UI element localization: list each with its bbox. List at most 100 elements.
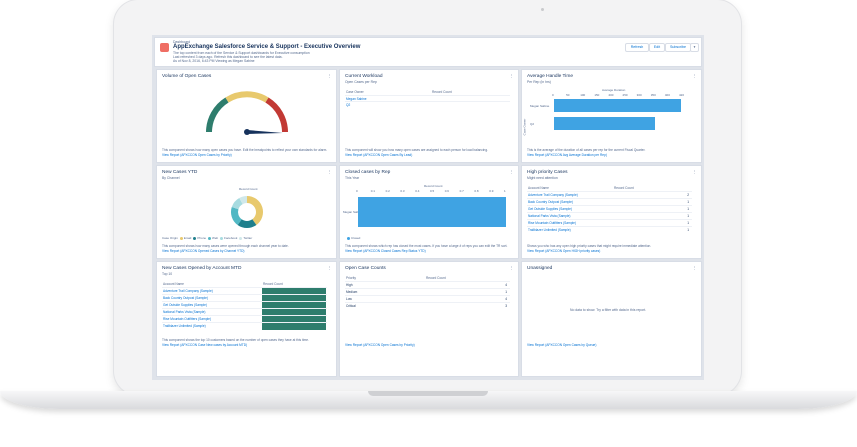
card-menu-icon[interactable]: ⋮ bbox=[692, 169, 697, 174]
card-subtitle: By Channel bbox=[162, 176, 180, 180]
edit-button[interactable]: Edit bbox=[649, 43, 665, 52]
row-name[interactable]: National Parks Vista (Sample) bbox=[163, 310, 205, 314]
gauge-hub bbox=[244, 129, 250, 135]
x-tick-label: 0.3 bbox=[400, 189, 405, 193]
row-name[interactable]: Trailblazer Unlimited (Sample) bbox=[163, 324, 206, 328]
refresh-button[interactable]: Refresh bbox=[625, 43, 649, 52]
row-name[interactable]: Adventure Trail Company (Sample) bbox=[528, 193, 578, 197]
view-report-link[interactable]: View Report (APXCCON Closed Cases Rep St… bbox=[345, 249, 426, 253]
workload-card: Current Workload Open Cases per Rep ⋮ Ca… bbox=[339, 69, 519, 163]
row-name: Low bbox=[346, 297, 352, 301]
card-menu-icon[interactable]: ⋮ bbox=[509, 169, 514, 174]
row-count: 1 bbox=[687, 221, 689, 225]
card-menu-icon[interactable]: ⋮ bbox=[692, 73, 697, 78]
legend-swatch bbox=[179, 236, 183, 240]
column-header: Record Count bbox=[263, 282, 283, 286]
card-subtitle: Per Rep (in hrs) bbox=[527, 80, 551, 84]
view-report-link[interactable]: View Report (APXCCON Open Cases By Lead) bbox=[345, 153, 412, 157]
donut-slice bbox=[247, 196, 263, 225]
x-tick-label: 0.1 bbox=[370, 189, 375, 193]
view-report-link[interactable]: View Report (APXCCON Open HIGH priority … bbox=[527, 249, 600, 253]
view-report-link[interactable]: View Report (APXCCON Avg Average Duratio… bbox=[527, 153, 607, 157]
gauge-needle bbox=[247, 130, 283, 134]
card-menu-icon[interactable]: ⋮ bbox=[327, 265, 332, 270]
row-count: 1 bbox=[687, 228, 689, 232]
x-tick-label: 0.6 bbox=[444, 189, 449, 193]
row-name[interactable]: Get Outside Supplies (Sample) bbox=[528, 207, 572, 211]
row-count: 2 bbox=[687, 193, 689, 197]
legend-label: Phone bbox=[197, 236, 207, 240]
view-report-link[interactable]: View Report (APXCCON Open Cases by Prior… bbox=[162, 153, 232, 157]
view-report-link[interactable]: View Report (APXCCON Case New cases by A… bbox=[162, 343, 247, 347]
chevron-down-icon[interactable]: ▾ bbox=[690, 43, 699, 52]
card-title: High priority Cases bbox=[527, 170, 568, 175]
bar-label: Q2 bbox=[530, 121, 535, 126]
row-name[interactable]: Get Outside Supplies (Sample) bbox=[163, 303, 207, 307]
x-tick-label: 0.9 bbox=[489, 189, 494, 193]
row-count: 3 bbox=[505, 304, 507, 308]
row-name[interactable]: Back Country Outpost (Sample) bbox=[528, 200, 573, 204]
x-tick-label: 350 bbox=[650, 93, 656, 97]
x-tick-label: 50 bbox=[566, 93, 570, 97]
view-report-link[interactable]: View Report (APXCCON Open Cases by Queue… bbox=[527, 343, 596, 347]
row-count: 1 bbox=[687, 207, 689, 211]
card-subtitle: Open Cases per Rep bbox=[345, 80, 377, 84]
legend-label: Email bbox=[183, 236, 192, 240]
subscribe-button[interactable]: Subscribe bbox=[665, 43, 691, 52]
camera-dot bbox=[541, 8, 544, 11]
row-count: 4 bbox=[505, 283, 507, 287]
chart-legend: Closed bbox=[345, 236, 360, 240]
y-axis-label: Case Owner bbox=[522, 118, 527, 136]
row-name[interactable]: Adventure Trail Company (Sample) bbox=[163, 289, 213, 293]
volume-card: Volume of Open Cases ⋮ This component sh… bbox=[156, 69, 337, 163]
card-title: Volume of Open Cases bbox=[162, 74, 212, 79]
card-menu-icon[interactable]: ⋮ bbox=[509, 265, 514, 270]
by-account-card: New Cases Opened by Account MTD Top 10 ⋮… bbox=[156, 261, 337, 377]
page-title: AppExchange Salesforce Service & Support… bbox=[173, 44, 361, 50]
row-name[interactable]: Rise Mountain Outfitters (Sample) bbox=[528, 221, 576, 225]
card-subtitle: Might need attention bbox=[527, 176, 558, 180]
table-row: Trailblazer Unlimited (Sample) bbox=[162, 322, 327, 330]
x-tick-label: 0.2 bbox=[385, 189, 390, 193]
legend-label: Twitter bbox=[243, 236, 253, 240]
x-tick-label: 0.8 bbox=[474, 189, 479, 193]
view-report-link[interactable]: View Report (APXCCON Open Cases by Prior… bbox=[345, 343, 415, 347]
card-subtitle: Top 10 bbox=[162, 272, 173, 276]
card-description: This is the average of the duration of a… bbox=[527, 148, 646, 152]
card-description: This component shows how many open cases… bbox=[162, 148, 328, 152]
laptop-notch bbox=[368, 391, 488, 396]
row-name[interactable]: Back Country Outpost (Sample) bbox=[163, 296, 208, 300]
x-tick-label: 0 bbox=[552, 93, 554, 97]
donut-chart bbox=[231, 196, 263, 228]
card-menu-icon[interactable]: ⋮ bbox=[509, 73, 514, 78]
row-count: 1 bbox=[687, 214, 689, 218]
bar bbox=[554, 99, 681, 112]
gauge-segment-yellow bbox=[225, 91, 269, 103]
row-count: 4 bbox=[505, 297, 507, 301]
row-name[interactable]: Q2 bbox=[346, 103, 350, 107]
high-priority-card: High priority Cases Might need attention… bbox=[521, 165, 702, 259]
card-description: This component shows which rep has close… bbox=[345, 244, 508, 248]
card-menu-icon[interactable]: ⋮ bbox=[692, 265, 697, 270]
row-name[interactable]: Rise Mountain Outfitters (Sample) bbox=[163, 317, 211, 321]
view-report-link[interactable]: View Report (APXCCON Opened Cases by Cha… bbox=[162, 249, 244, 253]
row-name: High bbox=[346, 283, 353, 287]
gauge-chart bbox=[206, 91, 288, 135]
x-tick-label: 250 bbox=[622, 93, 628, 97]
card-title: Unassigned bbox=[527, 266, 553, 271]
x-tick-label: 420 bbox=[679, 93, 685, 97]
row-count: 1 bbox=[505, 290, 507, 294]
card-menu-icon[interactable]: ⋮ bbox=[327, 73, 332, 78]
column-header: Account Name bbox=[163, 282, 184, 286]
row-name[interactable]: National Parks Vista (Sample) bbox=[528, 214, 570, 218]
table-row: Trailblazer Unlimited (Sample) 1 bbox=[527, 226, 692, 234]
card-menu-icon[interactable]: ⋮ bbox=[327, 169, 332, 174]
handle-time-card: Average Handle Time Per Rep (in hrs) ⋮ A… bbox=[521, 69, 702, 163]
row-name[interactable]: Trailblazer Unlimited (Sample) bbox=[528, 228, 571, 232]
row-bar bbox=[262, 323, 326, 330]
column-header: Case Owner bbox=[346, 90, 364, 94]
closed-cases-card: Closed cases by Rep This Year ⋮ Record C… bbox=[339, 165, 519, 259]
x-tick-label: 150 bbox=[594, 93, 600, 97]
dashboard-header: Dashboard AppExchange Salesforce Service… bbox=[154, 37, 702, 67]
x-tick-label: 400 bbox=[664, 93, 670, 97]
